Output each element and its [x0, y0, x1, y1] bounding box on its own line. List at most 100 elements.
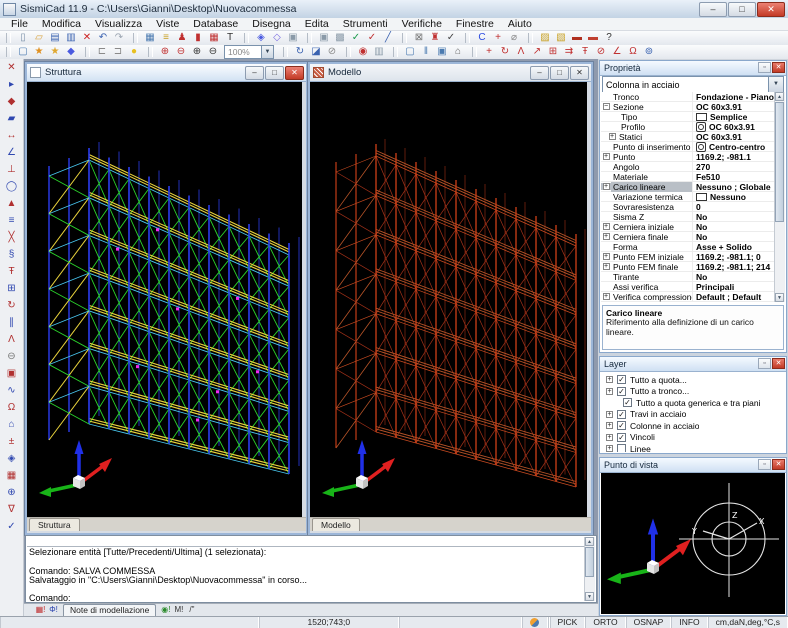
property-value[interactable]: No — [693, 222, 775, 232]
expand-icon[interactable]: + — [606, 388, 613, 395]
maximize-button[interactable]: □ — [728, 2, 756, 17]
expand-icon[interactable]: + — [603, 263, 610, 270]
property-value[interactable]: No — [693, 232, 775, 242]
property-value[interactable]: Nessuno — [693, 192, 775, 202]
property-row[interactable]: TiranteNo — [601, 272, 775, 282]
zoom-out-icon[interactable]: ⊖ — [206, 46, 220, 59]
pause-view-icon[interactable]: ‖ — [419, 46, 433, 59]
property-row[interactable]: TipoSemplice — [601, 112, 775, 122]
pin-icon[interactable]: ▫ — [758, 459, 771, 470]
property-row[interactable]: +Carico lineareNessuno ; Globale — [601, 182, 775, 192]
dual-screen-icon[interactable]: ▥ — [372, 46, 386, 59]
expand-icon[interactable]: + — [603, 253, 610, 260]
property-row[interactable]: ProfiloOC 60x3.91 — [601, 122, 775, 132]
menu-edita[interactable]: Edita — [298, 18, 336, 31]
mirror-icon[interactable]: Λ — [514, 46, 528, 59]
property-value[interactable]: 1169.2; -981.1; 0 — [693, 252, 775, 262]
globe-check-icon[interactable]: ◉! — [159, 604, 172, 616]
property-value[interactable]: OC 60x3.91 — [693, 132, 775, 142]
layer-checkbox[interactable]: ✓ — [623, 398, 632, 407]
layer-item[interactable]: +✓Tutto a quota... — [601, 374, 785, 386]
scroll-down-icon[interactable]: ▼ — [775, 293, 784, 302]
hide-mode-icon[interactable]: ⊘ — [325, 46, 339, 59]
rotate-icon[interactable]: ↻ — [498, 46, 512, 59]
draw-perp-icon[interactable]: ⊥ — [4, 163, 20, 178]
offset-icon[interactable]: ⇉ — [562, 46, 576, 59]
layer-item[interactable]: ✓Tutto a quota generica e tra piani — [601, 397, 785, 409]
modello-close-button[interactable]: ✕ — [570, 66, 589, 80]
draft-notes-icon[interactable]: /" — [185, 604, 198, 616]
property-value[interactable]: OC 60x3.91 — [693, 122, 775, 132]
modello-titlebar[interactable]: Modello – □ ✕ — [310, 64, 591, 82]
undo-icon[interactable]: ↶ — [96, 32, 110, 45]
chevron-down-icon[interactable]: ▼ — [261, 46, 273, 58]
property-row[interactable]: TroncoFondazione - Piano 1 — [601, 92, 775, 102]
property-value[interactable]: 1169.2; -981.1 — [693, 152, 775, 162]
property-value[interactable]: Nessuno ; Globale — [693, 182, 775, 192]
find-red-icon[interactable]: ◉ — [356, 46, 370, 59]
collapse-icon[interactable]: − — [603, 103, 610, 110]
redo-icon[interactable]: ↷ — [112, 32, 126, 45]
help-what-icon[interactable]: ? — [602, 32, 616, 45]
monitor-icon[interactable]: ▢ — [403, 46, 417, 59]
property-row[interactable]: +Punto FEM finale1169.2; -981.1; 214 — [601, 262, 775, 272]
pin-icon[interactable]: ▫ — [758, 358, 771, 369]
open-folder-icon[interactable]: ▱ — [32, 32, 46, 45]
property-row[interactable]: +Cerniera inizialeNo — [601, 222, 775, 232]
layer-checkbox[interactable] — [617, 444, 626, 452]
struttura-titlebar[interactable]: Struttura – □ ✕ — [27, 64, 306, 82]
scroll-thumb[interactable] — [775, 102, 784, 222]
draw-grid-icon[interactable]: ⊞ — [4, 282, 20, 297]
chevron-down-icon[interactable]: ▼ — [768, 77, 783, 92]
draw-circle-icon[interactable]: ◯ — [4, 180, 20, 195]
expand-icon[interactable]: + — [606, 434, 613, 441]
layer-checkbox[interactable]: ✓ — [617, 410, 626, 419]
find-notes-icon[interactable]: M! — [172, 604, 185, 616]
menu-visualizza[interactable]: Visualizza — [88, 18, 149, 31]
layer-checkbox[interactable]: ✓ — [617, 387, 626, 396]
scroll-up-icon[interactable]: ▲ — [585, 537, 594, 546]
draw-pm-icon[interactable]: ± — [4, 435, 20, 450]
properties-panel-titlebar[interactable]: Proprietà ▫ ✕ — [600, 61, 786, 76]
console-scrollbar[interactable]: ▲ ▼ — [584, 537, 595, 601]
save-icon[interactable]: ▤ — [48, 32, 62, 45]
wall-red-2-icon[interactable]: ▬ — [586, 32, 600, 45]
draw-axis-icon[interactable]: ↔ — [4, 129, 20, 144]
property-value[interactable]: No — [693, 212, 775, 222]
move-icon[interactable]: + — [482, 46, 496, 59]
menu-modifica[interactable]: Modifica — [35, 18, 88, 31]
property-row[interactable]: +Punto FEM iniziale1169.2; -981.1; 0 — [601, 252, 775, 262]
struttura-restore-button[interactable]: □ — [265, 66, 284, 80]
fillet-icon[interactable]: ∠ — [610, 46, 624, 59]
toggle-pick[interactable]: PICK — [550, 617, 586, 628]
expand-icon[interactable]: + — [603, 183, 610, 190]
viewpoint-panel-titlebar[interactable]: Punto di vista ▫ ✕ — [600, 458, 786, 473]
render-wire-icon[interactable]: ◇ — [270, 32, 284, 45]
draw-section-icon[interactable]: § — [4, 248, 20, 263]
menu-aiuto[interactable]: Aiuto — [501, 18, 539, 31]
render-solid-icon[interactable]: ◈ — [254, 32, 268, 45]
scroll-thumb[interactable] — [585, 547, 594, 577]
trim-icon[interactable]: ⊘ — [594, 46, 608, 59]
stretch-icon[interactable]: ↗ — [530, 46, 544, 59]
property-row[interactable]: −SezioneOC 60x3.91 — [601, 102, 775, 112]
viewpoint-close-icon[interactable]: ✕ — [772, 459, 785, 470]
draw-add-icon[interactable]: ⊕ — [4, 486, 20, 501]
view-manager-icon[interactable]: ▢ — [16, 46, 30, 59]
draw-remove-icon[interactable]: ⊖ — [4, 350, 20, 365]
draw-truss-icon[interactable]: Λ — [4, 333, 20, 348]
home-view-icon[interactable]: ⌂ — [451, 46, 465, 59]
toggle-info[interactable]: INFO — [671, 617, 707, 628]
layer-item[interactable]: +Linee — [601, 443, 785, 452]
property-value[interactable]: 270 — [693, 162, 775, 172]
menu-file[interactable]: File — [4, 18, 35, 31]
toggle-orto[interactable]: ORTO — [585, 617, 625, 628]
property-value[interactable]: Fondazione - Piano 1 — [693, 92, 775, 102]
clip-right-icon[interactable]: ⊐ — [111, 46, 125, 59]
draw-house-icon[interactable]: ⌂ — [4, 418, 20, 433]
new-window-icon[interactable]: ▣ — [435, 46, 449, 59]
modello-restore-button[interactable]: □ — [550, 66, 569, 80]
layer-item[interactable]: +✓Colonne in acciaio — [601, 420, 785, 432]
entity-type-combo[interactable]: Colonna in acciaio ▼ — [602, 76, 784, 93]
draw-level-icon[interactable]: Ŧ — [4, 265, 20, 280]
